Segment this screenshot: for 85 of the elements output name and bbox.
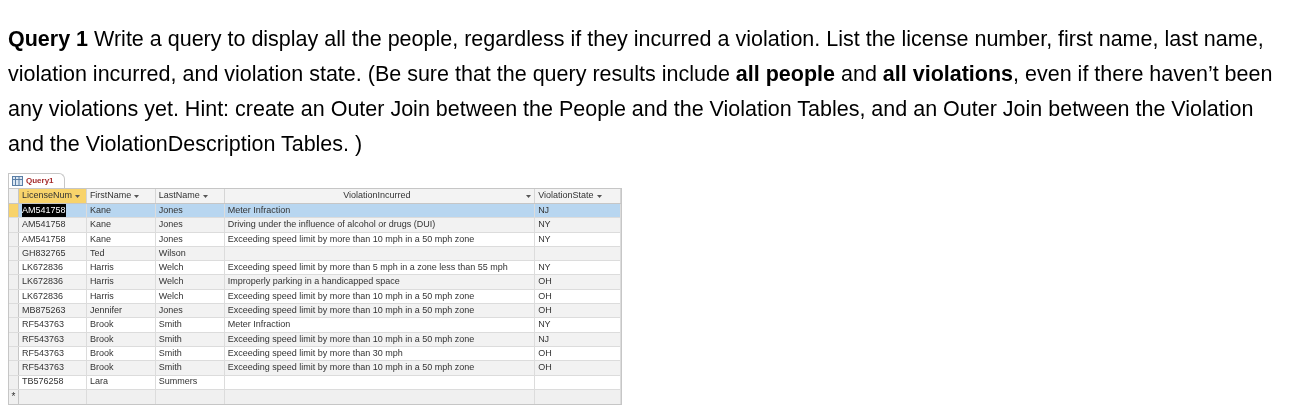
table-cell-text: OH (538, 289, 552, 303)
table-cell: NY (538, 318, 551, 332)
table-cell: Welch (158, 275, 184, 289)
table-cell-text: OH (538, 304, 552, 317)
table-cell: Harris (89, 261, 114, 275)
table-cell-text: Jones (158, 203, 183, 217)
table-cell-text: Wilson (158, 246, 186, 260)
datasheet-row[interactable]: RF543763 Brook Smith Meter Infraction NY (9, 318, 621, 333)
table-cell-text: Welch (158, 289, 184, 303)
table-cell-text: OH (538, 346, 552, 360)
column-header[interactable]: LicenseNum (19, 189, 87, 203)
column-header[interactable]: ViolationState (535, 189, 621, 203)
record-selector[interactable] (9, 261, 19, 275)
datasheet-row[interactable]: LK672836 Harris Welch Improperly parking in a handicapped space OH (9, 275, 621, 290)
table-cell: Kane (89, 232, 111, 246)
table-cell: NY (538, 218, 551, 232)
table-cell: Welch (158, 261, 184, 275)
table-cell-text: Ted (89, 246, 105, 260)
table-cell-text: Exceeding speed limit by more than 10 mph in a 50 mph zone (227, 304, 475, 317)
table-cell: Exceeding speed limit by more than 10 mph in a 50 mph zone (227, 232, 475, 246)
table-cell: Improperly parking in a handicapped space (227, 275, 400, 289)
table-cell: Smith (158, 318, 182, 332)
table-cell: LK672836 (22, 275, 64, 289)
table-cell: OH (538, 361, 552, 375)
table-cell: Brook (89, 361, 114, 375)
table-cell: Kane (89, 218, 111, 232)
table-cell: OH (538, 275, 552, 289)
record-selector[interactable] (9, 232, 19, 246)
table-cell-text: RF543763 (22, 332, 64, 346)
table-cell-text: Meter Infraction (227, 203, 291, 217)
table-cell: Lara (89, 375, 108, 389)
table-cell-text: Smith (158, 332, 182, 346)
table-cell: Driving under the influence of alcohol or drugs (DUI) (227, 218, 436, 232)
query-tab[interactable]: Query1 (8, 173, 65, 188)
table-cell: Brook (89, 318, 114, 332)
table-cell-text: GH832765 (22, 246, 66, 260)
table-cell: RF543763 (22, 318, 64, 332)
table-cell: Exceeding speed limit by more than 5 mph in a zone less than 55 mph (227, 261, 508, 275)
datasheet-row[interactable]: LK672836 Harris Welch Exceeding speed limit by more than 5 mph in a zone less than 55 mph NY (9, 261, 621, 276)
table-cell-text: Exceeding speed limit by more than 30 mph (227, 346, 403, 360)
table-cell: Smith (158, 361, 182, 375)
datasheet-row[interactable]: AM541758 Kane Jones Driving under the influence of alcohol or drugs (DUI) NY (9, 218, 621, 233)
table-cell-text: Jones (158, 304, 183, 317)
query-icon (12, 176, 23, 186)
table-cell: Exceeding speed limit by more than 10 mph in a 50 mph zone (227, 361, 475, 375)
table-cell: LK672836 (22, 261, 64, 275)
table-cell: Summers (158, 375, 198, 389)
table-cell-text: MB875263 (22, 304, 66, 317)
new-record-marker: * (11, 392, 16, 402)
table-cell-text: NJ (538, 203, 550, 217)
table-cell: Meter Infraction (227, 318, 291, 332)
dropdown-arrow-icon[interactable] (526, 194, 532, 198)
dropdown-arrow-icon[interactable] (596, 194, 602, 198)
table-cell-text: LK672836 (22, 289, 64, 303)
record-selector[interactable] (9, 346, 19, 361)
dropdown-arrow-icon[interactable] (202, 194, 208, 198)
table-cell: TB576258 (22, 375, 64, 389)
table-cell: Jones (158, 218, 183, 232)
record-selector[interactable] (9, 375, 19, 389)
datasheet-row[interactable]: MB875263 Jennifer Jones Exceeding speed limit by more than 10 mph in a 50 mph zone OH (9, 304, 621, 319)
table-cell-text: Exceeding speed limit by more than 10 mph in a 50 mph zone (227, 289, 475, 303)
record-selector[interactable] (9, 318, 19, 332)
table-cell: Harris (89, 275, 114, 289)
record-selector[interactable] (9, 204, 19, 218)
table-cell: AM541758 (22, 232, 66, 246)
table-cell-text: Jennifer (89, 304, 122, 317)
datasheet-row[interactable]: RF543763 Brook Smith Exceeding speed limit by more than 10 mph in a 50 mph zone OH (9, 361, 621, 376)
table-cell: NY (538, 261, 551, 275)
record-selector[interactable] (9, 289, 19, 304)
table-cell-text: Kane (89, 203, 111, 217)
table-cell-text: Exceeding speed limit by more than 10 mph in a 50 mph zone (227, 332, 475, 346)
table-cell-text: Harris (89, 289, 114, 303)
table-cell-text: Brook (89, 332, 114, 346)
dropdown-arrow-icon[interactable] (75, 194, 80, 198)
dropdown-arrow-icon[interactable] (134, 194, 140, 198)
table-cell: NY (538, 232, 551, 246)
table-cell: AM541758 (22, 218, 66, 232)
table-cell-text: Brook (89, 346, 114, 360)
table-cell: Jones (158, 232, 183, 246)
table-cell-text: RF543763 (22, 346, 64, 360)
instructions-paragraph: Query 1 Write a query to display all the people, regardless if they incurred a violation. List the license number, first name, last name, violation incurred, and violation state. (Be sure that the query results include all people and all violations, even if there haven’t been any violations yet. Hint: create an Outer Join between the People and the Violation Tables, and an Outer Join between the Violation and the ViolationDescription Tables. ) (8, 26, 1274, 158)
table-cell-text: Smith (158, 346, 182, 360)
table-cell: RF543763 (22, 361, 64, 375)
datasheet-row[interactable]: AM541758 Kane Jones Meter Infraction NJ (9, 204, 621, 219)
table-cell-text: NJ (538, 332, 550, 346)
